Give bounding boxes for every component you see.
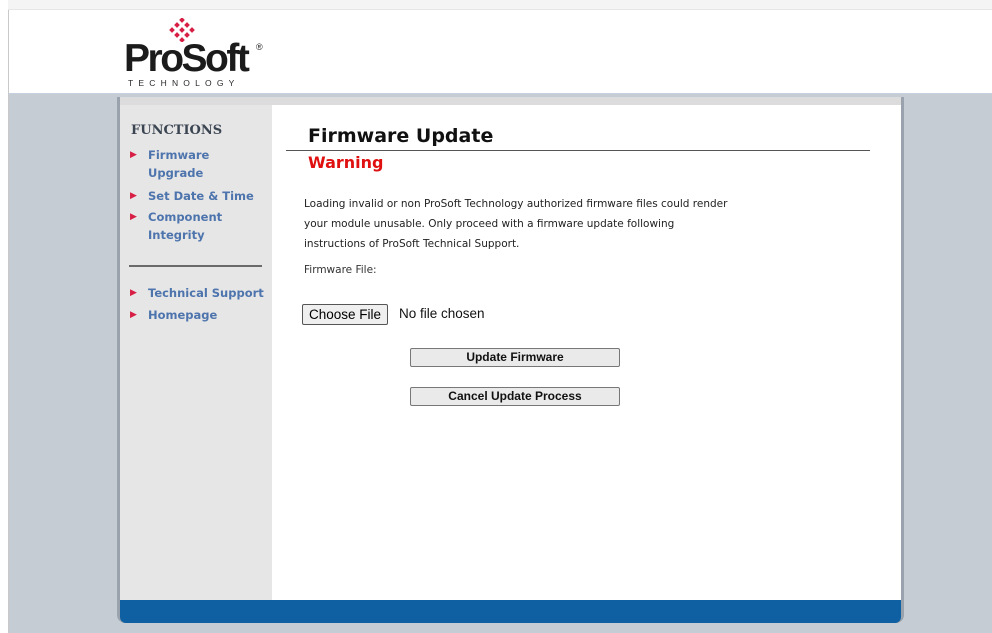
sidebar: FUNCTIONS ▶ Firmware Upgrade ▶ Set Date … — [120, 105, 272, 605]
sidebar-item-label: Firmware Upgrade — [148, 148, 210, 180]
panel-top-bar — [120, 97, 901, 105]
page-title: Firmware Update — [308, 125, 494, 147]
sidebar-item-label: Component Integrity — [148, 210, 223, 242]
triangle-right-icon: ▶ — [130, 288, 137, 298]
firmware-file-label: Firmware File: — [304, 264, 377, 276]
file-status-text: No file chosen — [399, 306, 485, 321]
window-left-border — [0, 0, 9, 633]
triangle-right-icon: ▶ — [130, 310, 137, 320]
sidebar-item-homepage[interactable]: ▶ Homepage — [130, 306, 275, 324]
warning-message: Loading invalid or non ProSoft Technolog… — [304, 198, 728, 250]
sidebar-item-label: Technical Support — [148, 286, 264, 300]
sidebar-item-label: Homepage — [148, 308, 218, 322]
sidebar-item-set-date-time[interactable]: ▶ Set Date & Time — [130, 187, 275, 205]
sidebar-item-label: Set Date & Time — [148, 189, 254, 203]
sidebar-item-firmware-upgrade[interactable]: ▶ Firmware Upgrade — [130, 146, 275, 182]
logo-registered-mark: ® — [256, 42, 263, 52]
title-divider — [286, 150, 870, 151]
footer-bar — [120, 600, 901, 623]
header-divider — [9, 93, 992, 94]
sidebar-item-technical-support[interactable]: ▶ Technical Support — [130, 284, 275, 302]
content-area: Firmware Update Warning Loading invalid … — [272, 105, 901, 605]
sidebar-item-component-integrity[interactable]: ▶ Component Integrity — [130, 208, 275, 244]
logo-wordmark: ProSoft — [124, 37, 250, 80]
sidebar-title: FUNCTIONS — [131, 123, 223, 138]
main-panel: FUNCTIONS ▶ Firmware Upgrade ▶ Set Date … — [120, 97, 901, 623]
update-firmware-button[interactable]: Update Firmware — [410, 348, 620, 367]
sidebar-divider — [129, 265, 262, 267]
triangle-right-icon: ▶ — [130, 150, 137, 160]
triangle-right-icon: ▶ — [130, 212, 137, 222]
top-strip — [8, 0, 992, 10]
prosoft-logo: ProSoft ® TECHNOLOGY — [124, 18, 274, 92]
cancel-update-button[interactable]: Cancel Update Process — [410, 387, 620, 406]
triangle-right-icon: ▶ — [130, 191, 137, 201]
choose-file-button[interactable]: Choose File — [302, 304, 389, 325]
logo-tagline: TECHNOLOGY — [128, 78, 240, 88]
warning-heading: Warning — [308, 153, 384, 172]
